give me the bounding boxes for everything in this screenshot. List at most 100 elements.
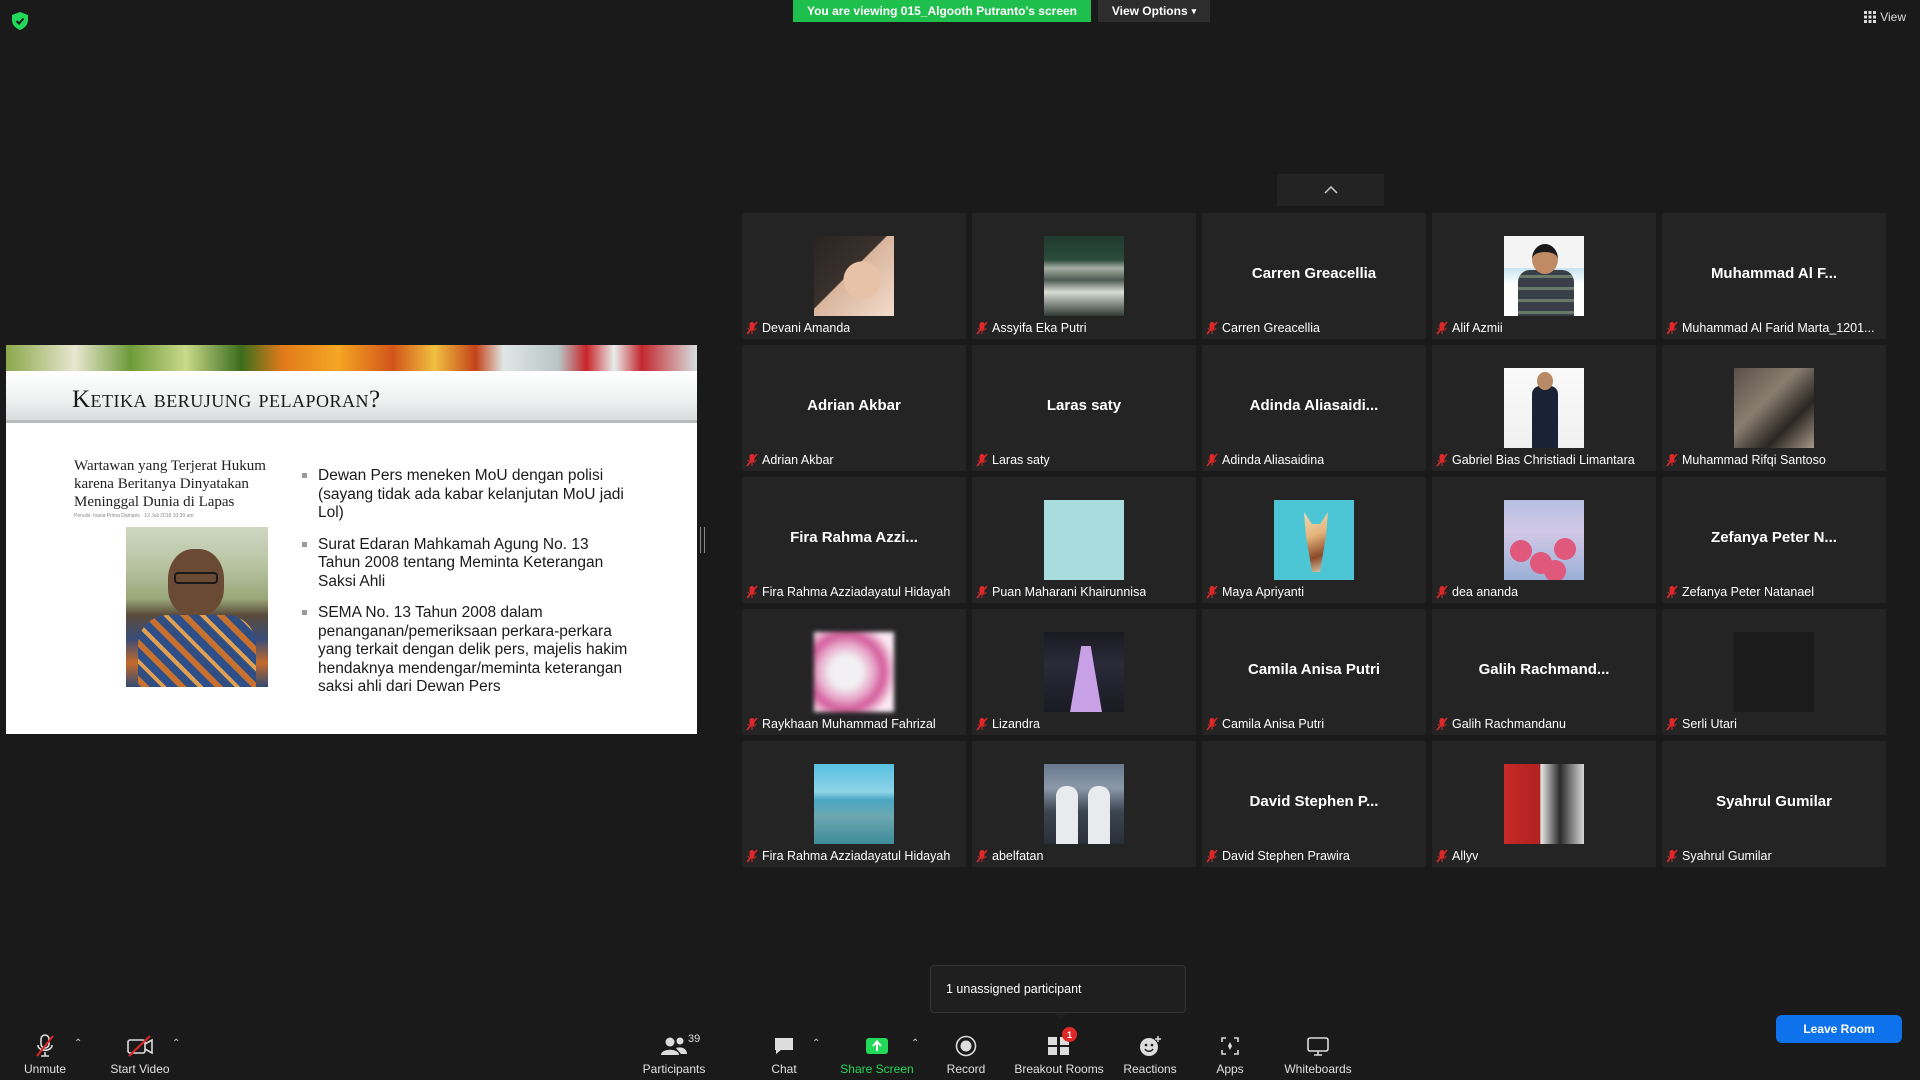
- participant-tile[interactable]: Adinda Aliasaidi... Adinda Aliasaidina: [1202, 345, 1426, 471]
- participant-name: Puan Maharani Khairunnisa: [992, 585, 1147, 599]
- participant-tile[interactable]: Allyv: [1432, 741, 1656, 867]
- participant-gallery: Devani Amanda Assyifa Eka Putri Carren G…: [742, 213, 1886, 867]
- audio-options-caret-icon[interactable]: ⌃: [74, 1038, 82, 1049]
- participant-tile[interactable]: Camila Anisa Putri Camila Anisa Putri: [1202, 609, 1426, 735]
- participant-avatar: [814, 764, 894, 844]
- muted-mic-icon: [36, 1034, 54, 1057]
- participant-tile[interactable]: Adrian Akbar Adrian Akbar: [742, 345, 966, 471]
- participant-count: 39: [688, 1033, 701, 1045]
- slide-bullet-list: Dewan Pers meneken MoU dengan polisi (sa…: [302, 467, 632, 710]
- participant-tile[interactable]: abelfatan: [972, 741, 1196, 867]
- participant-display-name: Adinda Aliasaidi...: [1249, 397, 1379, 414]
- slide-bullet: SEMA No. 13 Tahun 2008 dalam penanganan/…: [302, 604, 632, 697]
- participant-display-name: Zefanya Peter N...: [1711, 529, 1837, 546]
- chat-button[interactable]: Chat: [762, 1024, 806, 1080]
- muted-mic-icon: [1666, 321, 1678, 335]
- participant-name: dea ananda: [1452, 585, 1519, 599]
- participant-tile[interactable]: Carren Greacellia Carren Greacellia: [1202, 213, 1426, 339]
- muted-mic-icon: [746, 453, 758, 467]
- participant-display-name: Adrian Akbar: [807, 397, 901, 414]
- participants-button[interactable]: 39 Participants: [640, 1024, 708, 1080]
- share-screen-button[interactable]: Share Screen: [838, 1024, 916, 1080]
- viewing-screen-banner: You are viewing 015_Algooth Putranto's s…: [793, 0, 1091, 22]
- start-video-button[interactable]: Start Video: [104, 1024, 176, 1080]
- participant-tile[interactable]: Fira Rahma Azziadayatul Hidayah: [742, 741, 966, 867]
- participant-tile[interactable]: Puan Maharani Khairunnisa: [972, 477, 1196, 603]
- participant-tile[interactable]: Serli Utari: [1662, 609, 1886, 735]
- participant-avatar: [1504, 236, 1584, 316]
- reactions-button[interactable]: Reactions: [1120, 1024, 1180, 1080]
- view-button[interactable]: View: [1864, 10, 1906, 24]
- participant-name: Adinda Aliasaidina: [1222, 453, 1325, 467]
- meeting-toolbar: Unmute ⌃ Start Video ⌃ 39 Participants C…: [0, 1024, 1920, 1080]
- participant-name: Fira Rahma Azziadayatul Hidayah: [762, 849, 951, 863]
- muted-mic-icon: [1666, 585, 1678, 599]
- share-screen-label: Share Screen: [840, 1062, 914, 1076]
- muted-mic-icon: [1436, 585, 1448, 599]
- participant-tile[interactable]: Zefanya Peter N... Zefanya Peter Natanae…: [1662, 477, 1886, 603]
- unmute-label: Unmute: [23, 1062, 67, 1076]
- participant-name: Alif Azmii: [1452, 321, 1503, 335]
- apps-button[interactable]: Apps: [1210, 1024, 1250, 1080]
- participant-tile[interactable]: dea ananda: [1432, 477, 1656, 603]
- view-options-button[interactable]: View Options ▾: [1098, 0, 1210, 22]
- shared-screen: Ketika berujung pelaporan? Wartawan yang…: [6, 345, 697, 734]
- participant-display-name: David Stephen P...: [1249, 793, 1379, 810]
- participant-tile[interactable]: Galih Rachmand... Galih Rachmandanu: [1432, 609, 1656, 735]
- muted-mic-icon: [976, 321, 988, 335]
- chat-options-caret-icon[interactable]: ⌃: [812, 1038, 820, 1049]
- participant-tile[interactable]: Maya Apriyanti: [1202, 477, 1426, 603]
- participant-avatar: [1274, 500, 1354, 580]
- gallery-page-up-button[interactable]: [1277, 174, 1384, 206]
- view-options-label: View Options: [1111, 4, 1188, 18]
- participant-tile[interactable]: Muhammad Rifqi Santoso: [1662, 345, 1886, 471]
- participant-name: Assyifa Eka Putri: [992, 321, 1087, 335]
- record-button[interactable]: Record: [940, 1024, 992, 1080]
- participant-tile[interactable]: Gabriel Bias Christiadi Limantara: [1432, 345, 1656, 471]
- muted-mic-icon: [1206, 717, 1218, 731]
- participant-name: Carren Greacellia: [1222, 321, 1320, 335]
- participant-tile[interactable]: Alif Azmii: [1432, 213, 1656, 339]
- participant-avatar: [1504, 368, 1584, 448]
- security-shield-icon[interactable]: [12, 12, 28, 30]
- unmute-button[interactable]: Unmute: [16, 1024, 74, 1080]
- participant-tile[interactable]: David Stephen P... David Stephen Prawira: [1202, 741, 1426, 867]
- participant-avatar: [814, 236, 894, 316]
- whiteboards-button[interactable]: Whiteboards: [1282, 1024, 1354, 1080]
- participant-avatar: [1044, 500, 1124, 580]
- participant-name: Lizandra: [992, 717, 1040, 731]
- reactions-icon: [1140, 1036, 1161, 1056]
- slide-decoration-banner: [6, 345, 697, 371]
- grid-icon: [1864, 11, 1877, 23]
- share-options-caret-icon[interactable]: ⌃: [911, 1038, 919, 1049]
- breakout-rooms-button[interactable]: 1 Breakout Rooms: [1012, 1024, 1106, 1080]
- participant-display-name: Fira Rahma Azzi...: [790, 529, 918, 546]
- participant-tile[interactable]: Syahrul Gumilar Syahrul Gumilar: [1662, 741, 1886, 867]
- participant-tile[interactable]: Muhammad Al F... Muhammad Al Farid Marta…: [1662, 213, 1886, 339]
- unassigned-participant-tooltip[interactable]: 1 unassigned participant: [930, 965, 1186, 1013]
- chevron-down-icon: ▾: [1191, 5, 1197, 16]
- video-options-caret-icon[interactable]: ⌃: [172, 1038, 180, 1049]
- participant-tile[interactable]: Raykhaan Muhammad Fahrizal: [742, 609, 966, 735]
- participant-display-name: Carren Greacellia: [1251, 265, 1377, 282]
- participant-tile[interactable]: Assyifa Eka Putri: [972, 213, 1196, 339]
- participant-tile[interactable]: Fira Rahma Azzi... Fira Rahma Azziadayat…: [742, 477, 966, 603]
- participant-tile[interactable]: Devani Amanda: [742, 213, 966, 339]
- participant-name: Maya Apriyanti: [1222, 585, 1304, 599]
- participant-avatar: [1044, 236, 1124, 316]
- resize-handle[interactable]: [700, 527, 705, 553]
- slide-bullet: Dewan Pers meneken MoU dengan polisi (sa…: [302, 467, 632, 523]
- tooltip-text: 1 unassigned participant: [946, 982, 1082, 996]
- participant-name: Muhammad Rifqi Santoso: [1682, 453, 1826, 467]
- slide-title-bar: Ketika berujung pelaporan?: [6, 371, 697, 423]
- muted-mic-icon: [976, 585, 988, 599]
- participant-display-name: Galih Rachmand...: [1478, 661, 1610, 678]
- participant-avatar: [1504, 500, 1584, 580]
- leave-room-button[interactable]: Leave Room: [1776, 1015, 1902, 1043]
- participant-tile[interactable]: Lizandra: [972, 609, 1196, 735]
- participant-tile[interactable]: Laras saty Laras saty: [972, 345, 1196, 471]
- muted-mic-icon: [1436, 321, 1448, 335]
- muted-mic-icon: [1206, 849, 1218, 863]
- muted-mic-icon: [1206, 453, 1218, 467]
- participant-name: Galih Rachmandanu: [1452, 717, 1566, 731]
